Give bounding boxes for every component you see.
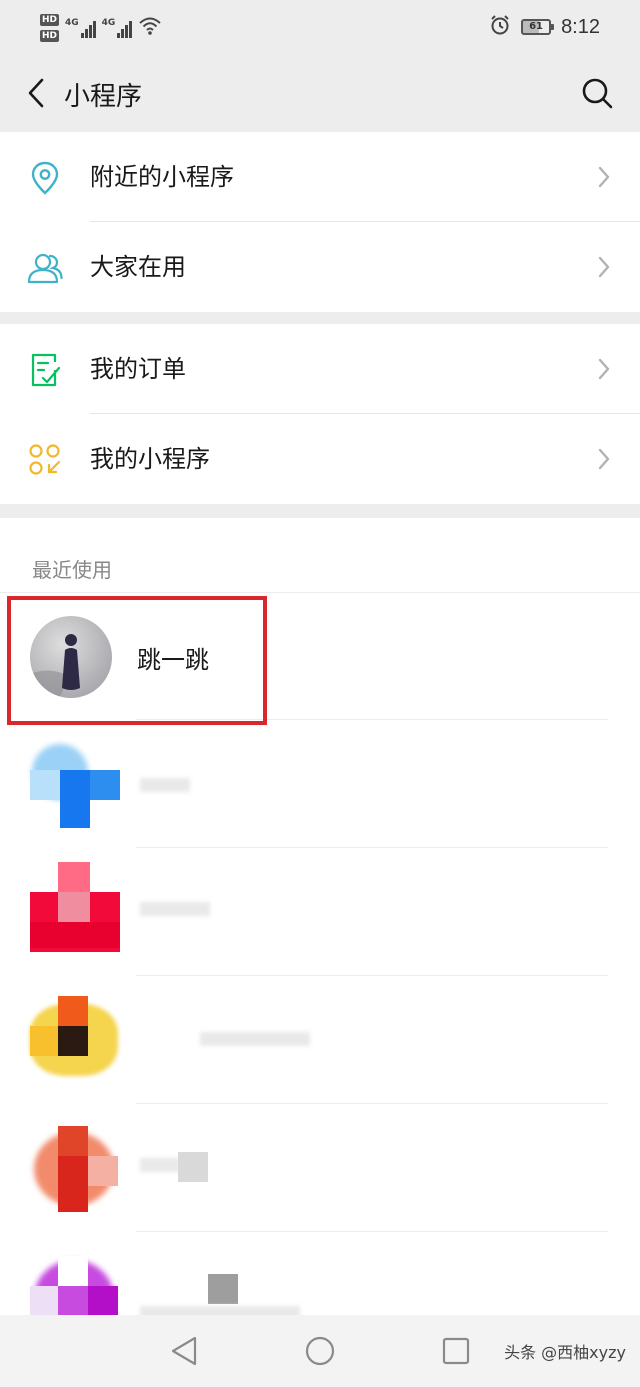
- chevron-right-icon: [596, 356, 612, 382]
- blurred-app-icon: [30, 1256, 120, 1315]
- blurred-text: [200, 1032, 310, 1046]
- blurred-thumb: [178, 1152, 208, 1182]
- blurred-text: [140, 902, 210, 916]
- recent-item-blurred[interactable]: [0, 1232, 640, 1315]
- signal-2-label: 4G: [101, 18, 116, 28]
- chevron-right-icon: [596, 446, 612, 472]
- system-recents-button[interactable]: [438, 1333, 474, 1369]
- status-time: 8:12: [561, 15, 600, 38]
- recent-header: 最近使用: [32, 558, 112, 582]
- menu-item-nearby[interactable]: 附近的小程序: [0, 132, 640, 222]
- location-pin-icon: [26, 159, 64, 197]
- circle-home-icon: [305, 1336, 335, 1366]
- back-button[interactable]: [18, 74, 54, 112]
- blurred-thumb: [208, 1274, 238, 1304]
- menu-label: 我的订单: [90, 355, 186, 383]
- menu-label: 附近的小程序: [90, 163, 234, 191]
- hd-badge-2: HD: [40, 30, 60, 42]
- menu-item-my-orders[interactable]: 我的订单: [0, 324, 640, 414]
- blurred-text: [140, 1158, 180, 1172]
- system-home-button[interactable]: [302, 1333, 338, 1369]
- triangle-back-icon: [171, 1336, 197, 1366]
- system-nav-bar: 头条 @西柚xyzy: [0, 1315, 640, 1387]
- signal-1-label: 4G: [65, 18, 79, 28]
- status-right: 61 8:12: [489, 14, 600, 40]
- watermark-text: 头条 @西柚xyzy: [504, 1343, 626, 1362]
- nav-bar: 小程序: [0, 54, 640, 132]
- highlight-frame: [7, 596, 267, 725]
- order-checklist-icon: [26, 351, 64, 389]
- signal-2-icon: 4G: [102, 18, 133, 38]
- menu-item-my-mini-programs[interactable]: 我的小程序: [0, 414, 640, 504]
- search-button[interactable]: [578, 74, 616, 112]
- page-title: 小程序: [64, 82, 143, 112]
- blurred-app-icon: [30, 740, 120, 830]
- search-icon: [582, 78, 613, 109]
- square-recents-icon: [442, 1337, 470, 1365]
- hd-indicators: HD HD: [40, 14, 60, 42]
- blurred-text: [140, 1306, 300, 1315]
- chevron-right-icon: [596, 164, 612, 190]
- blurred-text: [140, 778, 190, 792]
- recent-item-blurred[interactable]: [0, 720, 640, 848]
- menu-group-mine: 我的订单 我的小程序: [0, 324, 640, 504]
- people-icon: [26, 249, 64, 287]
- recent-item-blurred[interactable]: [0, 1104, 640, 1232]
- chevron-right-icon: [596, 254, 612, 280]
- recent-item-blurred[interactable]: [0, 848, 640, 976]
- blurred-app-icon: [30, 1126, 120, 1212]
- hd-badge-1: HD: [40, 14, 60, 26]
- blurred-app-icon: [30, 862, 120, 958]
- menu-group-discover: 附近的小程序 大家在用: [0, 132, 640, 312]
- wifi-icon: [138, 16, 162, 40]
- signal-1-icon: 4G: [65, 18, 96, 38]
- recent-section: 最近使用 跳一跳: [0, 518, 640, 1315]
- menu-label: 大家在用: [90, 253, 186, 281]
- alarm-icon: [489, 14, 511, 40]
- menu-item-popular[interactable]: 大家在用: [0, 222, 640, 312]
- system-back-button[interactable]: [166, 1333, 202, 1369]
- menu-label: 我的小程序: [90, 445, 210, 473]
- status-bar: HD HD 4G 4G 61 8:12: [0, 0, 640, 54]
- back-arrow-icon: [28, 78, 44, 108]
- status-left: HD HD 4G 4G: [40, 8, 162, 48]
- recent-item-blurred[interactable]: [0, 976, 640, 1104]
- battery-icon: 61: [521, 19, 555, 35]
- blurred-app-icon: [30, 996, 120, 1082]
- mini-program-grid-icon: [26, 441, 64, 479]
